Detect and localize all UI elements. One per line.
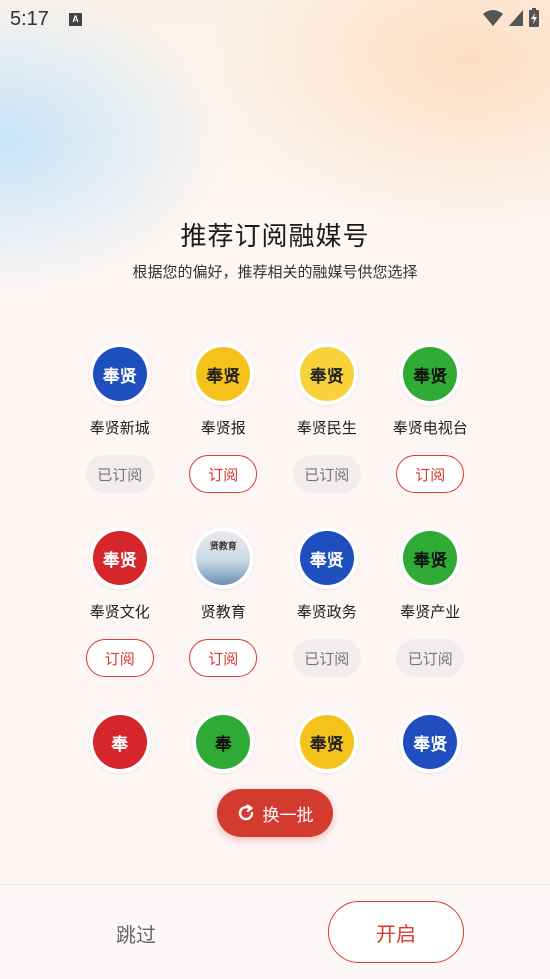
account-name: 奉贤民生	[296, 419, 357, 437]
subscribed-button[interactable]: 已订阅	[85, 455, 154, 493]
subscribe-button[interactable]: 订阅	[189, 639, 258, 677]
account-card: 奉贤 奉贤产业 已订阅	[379, 527, 483, 711]
account-card: 奉贤 奉贤文化 订阅	[68, 527, 172, 711]
account-card: 贤教育 贤教育 订阅	[172, 527, 276, 711]
signal-icon	[509, 10, 523, 26]
account-logo[interactable]: 奉贤	[88, 527, 151, 589]
account-logo[interactable]: 奉贤	[192, 343, 255, 405]
account-name: 奉贤政务	[296, 603, 357, 621]
account-logo[interactable]: 奉	[192, 711, 255, 773]
subscribed-button[interactable]: 已订阅	[396, 639, 465, 677]
subscribe-button[interactable]: 订阅	[396, 455, 465, 493]
account-name: 贤教育	[200, 603, 246, 621]
logo-text: 贤教育	[209, 542, 237, 552]
logo-text: 奉贤	[309, 366, 344, 387]
account-name: 奉贤产业	[400, 603, 461, 621]
subscribe-button[interactable]: 订阅	[189, 455, 258, 493]
account-name: 奉贤电视台	[392, 419, 468, 437]
grid-row: 奉贤 奉贤文化 订阅 贤教育 贤教育 订阅 奉贤 奉贤政务 已订阅 奉贤 奉贤产…	[68, 527, 482, 711]
logo-text: 奉贤	[309, 734, 344, 755]
logo-text: 奉贤	[206, 366, 241, 387]
logo-text: 奉贤	[413, 366, 448, 387]
account-card: 奉贤 奉贤政务 已订阅	[275, 527, 379, 711]
account-name: 奉贤报	[200, 419, 246, 437]
refresh-batch-button[interactable]: 换一批	[217, 789, 333, 837]
status-icons	[482, 8, 540, 28]
logo-text: 奉	[214, 734, 232, 755]
account-logo[interactable]: 奉	[88, 711, 151, 773]
subscribed-button[interactable]: 已订阅	[292, 639, 361, 677]
grid-row: 奉贤 奉贤新城 已订阅 奉贤 奉贤报 订阅 奉贤 奉贤民生 已订阅 奉贤 奉贤电…	[68, 343, 482, 527]
account-name: 奉贤文化	[89, 603, 150, 621]
refresh-icon	[238, 804, 253, 821]
status-bar: 5:17 A	[0, 0, 550, 38]
status-time: 5:17	[10, 7, 49, 30]
refresh-label: 换一批	[262, 805, 314, 826]
bottom-edge	[0, 971, 550, 979]
account-logo[interactable]: 奉贤	[88, 343, 151, 405]
start-button[interactable]: 开启	[328, 901, 464, 963]
logo-text: 奉贤	[102, 550, 137, 571]
account-logo[interactable]: 奉贤	[399, 527, 462, 589]
account-logo[interactable]: 奉贤	[399, 711, 462, 773]
footer-bar	[0, 884, 550, 979]
account-name: 奉贤新城	[89, 419, 150, 437]
account-logo[interactable]: 奉贤	[399, 343, 462, 405]
account-card: 奉	[68, 711, 172, 895]
skip-button[interactable]: 跳过	[96, 903, 176, 963]
account-card: 奉贤 奉贤民生 已订阅	[275, 343, 379, 527]
page-subtitle: 根据您的偏好，推荐相关的融媒号供您选择	[132, 263, 418, 281]
account-logo[interactable]: 奉贤	[295, 711, 358, 773]
account-card: 奉贤 奉贤新城 已订阅	[68, 343, 172, 527]
account-card: 奉贤 奉贤电视台 订阅	[379, 343, 483, 527]
account-logo[interactable]: 奉贤	[295, 527, 358, 589]
account-card: 奉贤	[379, 711, 483, 895]
battery-icon	[529, 8, 539, 27]
account-logo[interactable]: 贤教育	[192, 527, 255, 589]
account-logo[interactable]: 奉贤	[295, 343, 358, 405]
logo-text: 奉贤	[413, 734, 448, 755]
notification-icon: A	[68, 12, 82, 26]
account-card: 奉贤 奉贤报 订阅	[172, 343, 276, 527]
logo-text: 奉贤	[309, 550, 344, 571]
logo-text: 奉	[111, 734, 129, 755]
subscribe-button[interactable]: 订阅	[85, 639, 154, 677]
logo-text: 奉贤	[102, 366, 137, 387]
logo-text: 奉贤	[413, 550, 448, 571]
page-title: 推荐订阅融媒号	[180, 222, 370, 252]
wifi-icon	[483, 10, 503, 26]
subscribed-button[interactable]: 已订阅	[292, 455, 361, 493]
